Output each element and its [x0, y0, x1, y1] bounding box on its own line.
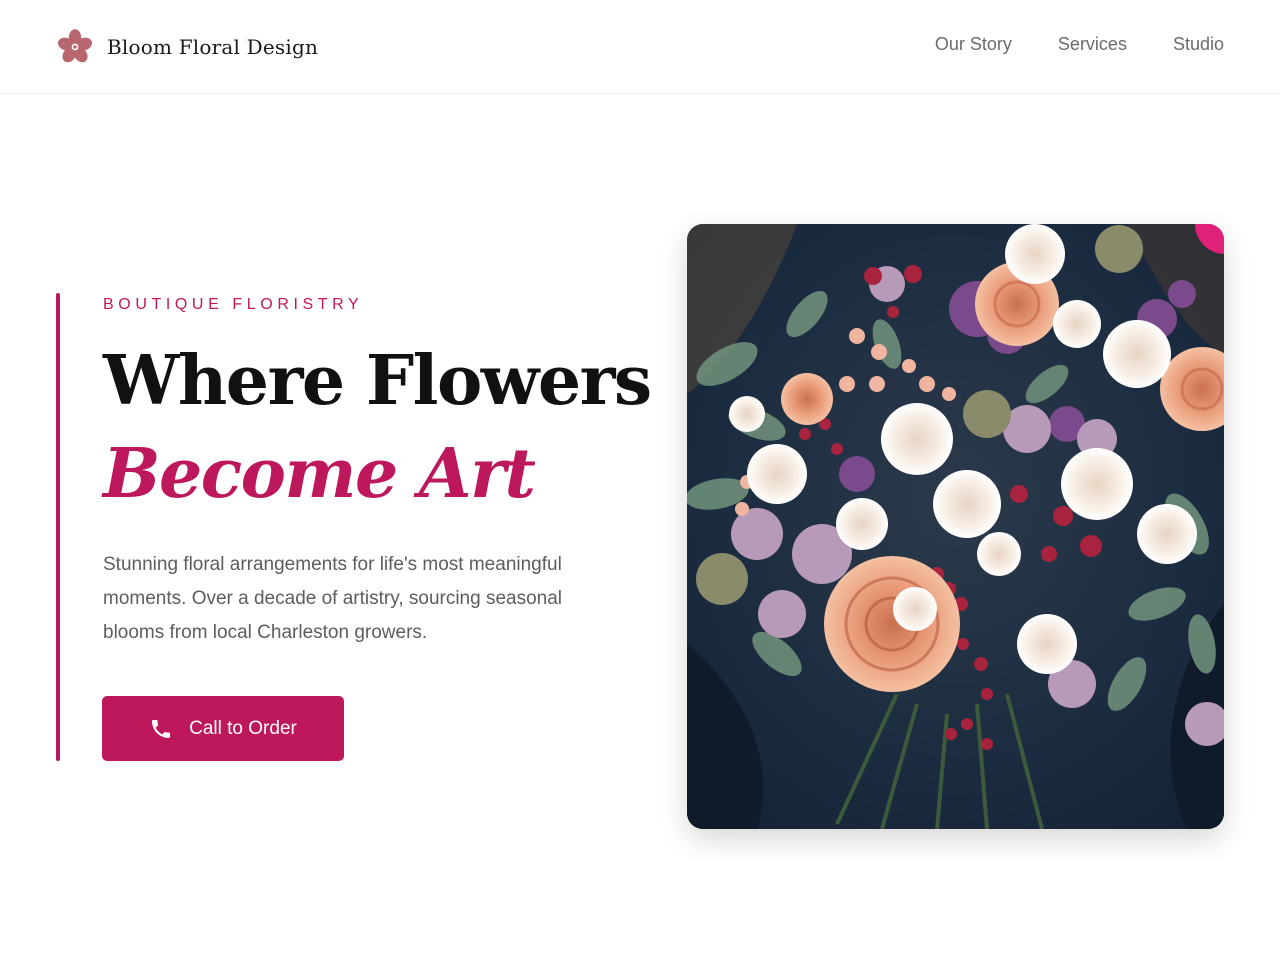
brand-name: Bloom Floral Design [107, 35, 319, 59]
main-nav: Our Story Services Studio [935, 34, 1224, 55]
hero-accent-bar [56, 293, 60, 761]
nav-our-story[interactable]: Our Story [935, 34, 1012, 55]
hero-eyebrow: BOUTIQUE FLORISTRY [103, 296, 364, 313]
hero-headline-line2: Become Art [103, 434, 536, 514]
brand[interactable]: Bloom Floral Design [56, 28, 318, 66]
site-header: Bloom Floral Design Our Story Services S… [0, 0, 1280, 94]
hero-headline-line1: Where Flowers [103, 341, 652, 421]
phone-icon [152, 719, 171, 738]
call-to-order-button[interactable]: Call to Order [102, 696, 344, 761]
call-to-order-label: Call to Order [189, 717, 297, 739]
hero-intro: Stunning floral arrangements for life's … [103, 554, 563, 643]
nav-studio[interactable]: Studio [1173, 34, 1224, 55]
flower-icon [57, 29, 93, 63]
bouquet-photo [687, 224, 1224, 829]
nav-services[interactable]: Services [1058, 34, 1127, 55]
bouquet-illustration [687, 224, 1224, 829]
